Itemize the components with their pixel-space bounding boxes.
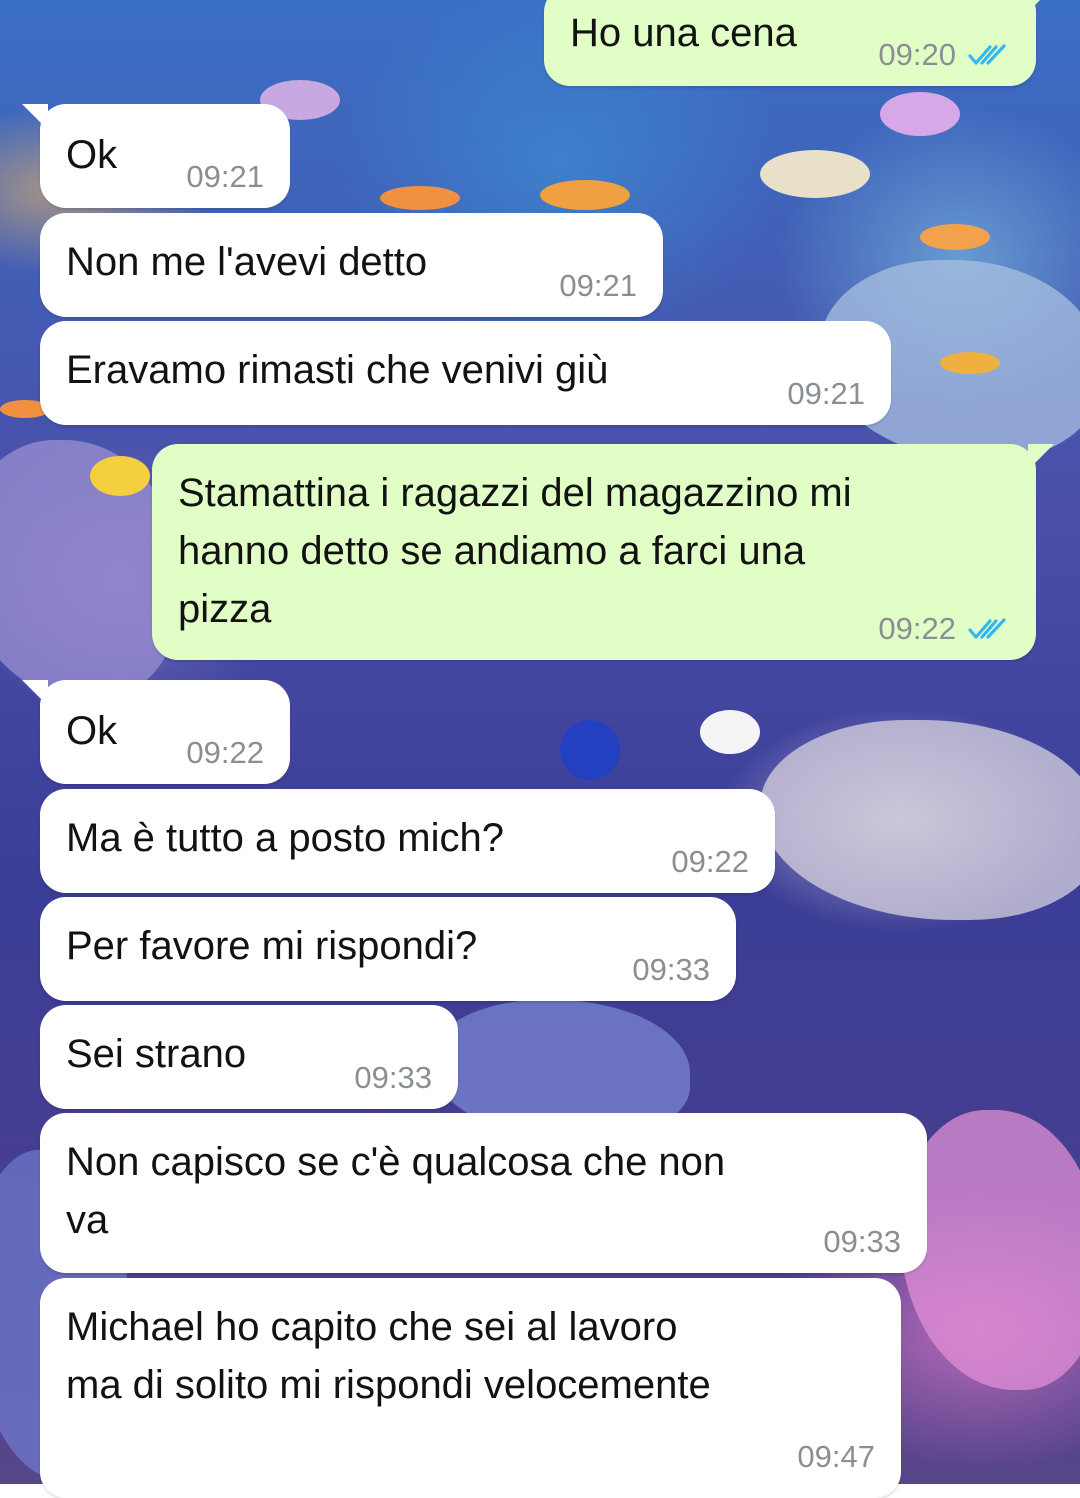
message-meta: 09:21 — [559, 269, 637, 303]
message-text: Sei strano — [66, 1032, 247, 1076]
message-meta: 09:33 — [354, 1061, 432, 1095]
double-check-read-icon — [968, 44, 1006, 65]
message-time: 09:22 — [878, 611, 956, 646]
message-time: 09:47 — [797, 1439, 875, 1474]
message-time: 09:21 — [559, 268, 637, 303]
message-meta: 09:33 — [632, 953, 710, 987]
message-time: 09:33 — [632, 952, 710, 987]
message-bubble-incoming[interactable]: Non capisco se c'è qualcosa che non va 0… — [40, 1113, 927, 1273]
message-bubble-outgoing[interactable]: Stamattina i ragazzi del magazzino mi ha… — [152, 444, 1054, 660]
message-time: 09:21 — [787, 376, 865, 411]
message-bubble-incoming[interactable]: Michael ho capito che sei al lavoro ma d… — [40, 1278, 901, 1498]
message-meta: 09:47 — [797, 1440, 875, 1474]
message-text: Ok — [66, 709, 118, 753]
message-bubble-incoming[interactable]: Per favore mi rispondi? 09:33 — [40, 897, 736, 1001]
message-text: Per favore mi rispondi? — [66, 924, 478, 968]
message-text: Ok — [66, 133, 118, 177]
message-text: Non me l'avevi detto — [66, 240, 428, 284]
message-meta: 09:21 — [787, 377, 865, 411]
message-bubble-incoming[interactable]: Non me l'avevi detto 09:21 — [40, 213, 663, 317]
message-text: Ho una cena — [570, 11, 797, 55]
message-meta: 09:33 — [823, 1225, 901, 1259]
message-text: Michael ho capito che sei al lavoro ma d… — [66, 1305, 711, 1407]
message-text: Eravamo rimasti che venivi giù — [66, 348, 609, 392]
message-list[interactable]: Ho una cena 09:20 Ok 09:21 Non me l'avev… — [0, 0, 1080, 1498]
message-text: Stamattina i ragazzi del magazzino mi ha… — [178, 471, 852, 631]
message-time: 09:22 — [671, 844, 749, 879]
message-bubble-outgoing[interactable]: Ho una cena 09:20 — [544, 0, 1054, 86]
message-time: 09:22 — [186, 735, 264, 770]
message-time: 09:33 — [823, 1224, 901, 1259]
message-text: Ma è tutto a posto mich? — [66, 816, 505, 860]
message-meta: 09:21 — [186, 160, 264, 194]
message-meta: 09:22 — [671, 845, 749, 879]
double-check-read-icon — [968, 618, 1006, 639]
message-time: 09:21 — [186, 159, 264, 194]
message-bubble-incoming[interactable]: Ma è tutto a posto mich? 09:22 — [40, 789, 775, 893]
message-meta: 09:22 — [878, 612, 1010, 646]
message-time: 09:33 — [354, 1060, 432, 1095]
message-bubble-incoming[interactable]: Ok 09:22 — [22, 680, 290, 784]
message-text: Non capisco se c'è qualcosa che non va — [66, 1140, 726, 1242]
message-meta: 09:22 — [186, 736, 264, 770]
message-meta: 09:20 — [878, 38, 1010, 72]
message-bubble-incoming[interactable]: Eravamo rimasti che venivi giù 09:21 — [40, 321, 891, 425]
message-time: 09:20 — [878, 37, 956, 72]
message-bubble-incoming[interactable]: Sei strano 09:33 — [40, 1005, 458, 1109]
message-bubble-incoming[interactable]: Ok 09:21 — [22, 104, 290, 208]
